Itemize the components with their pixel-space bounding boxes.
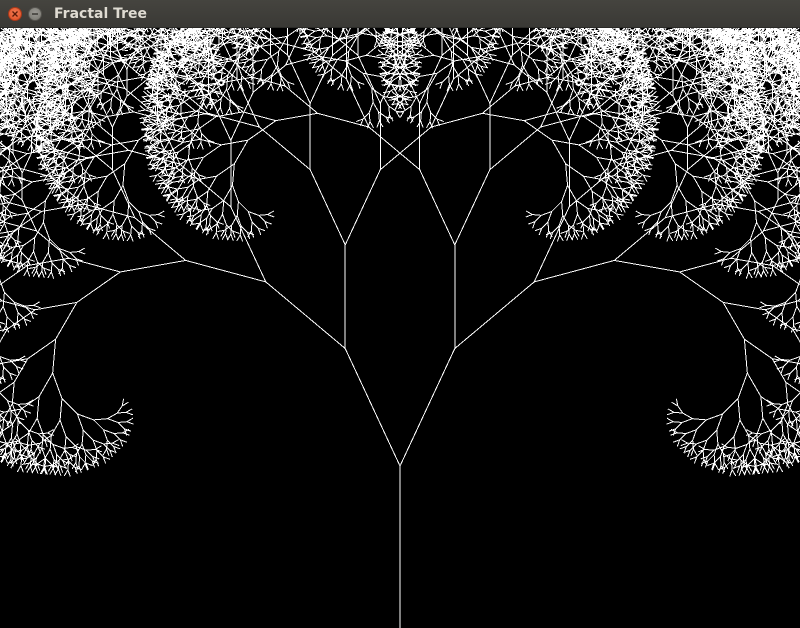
drawing-canvas [0, 28, 800, 628]
app-window: Fractal Tree [0, 0, 800, 628]
title-bar[interactable]: Fractal Tree [0, 0, 800, 28]
minimize-button[interactable] [28, 7, 42, 21]
minimize-icon [32, 13, 38, 15]
close-icon [12, 11, 18, 17]
fractal-tree [0, 28, 800, 628]
window-title: Fractal Tree [54, 5, 147, 23]
close-button[interactable] [8, 7, 22, 21]
